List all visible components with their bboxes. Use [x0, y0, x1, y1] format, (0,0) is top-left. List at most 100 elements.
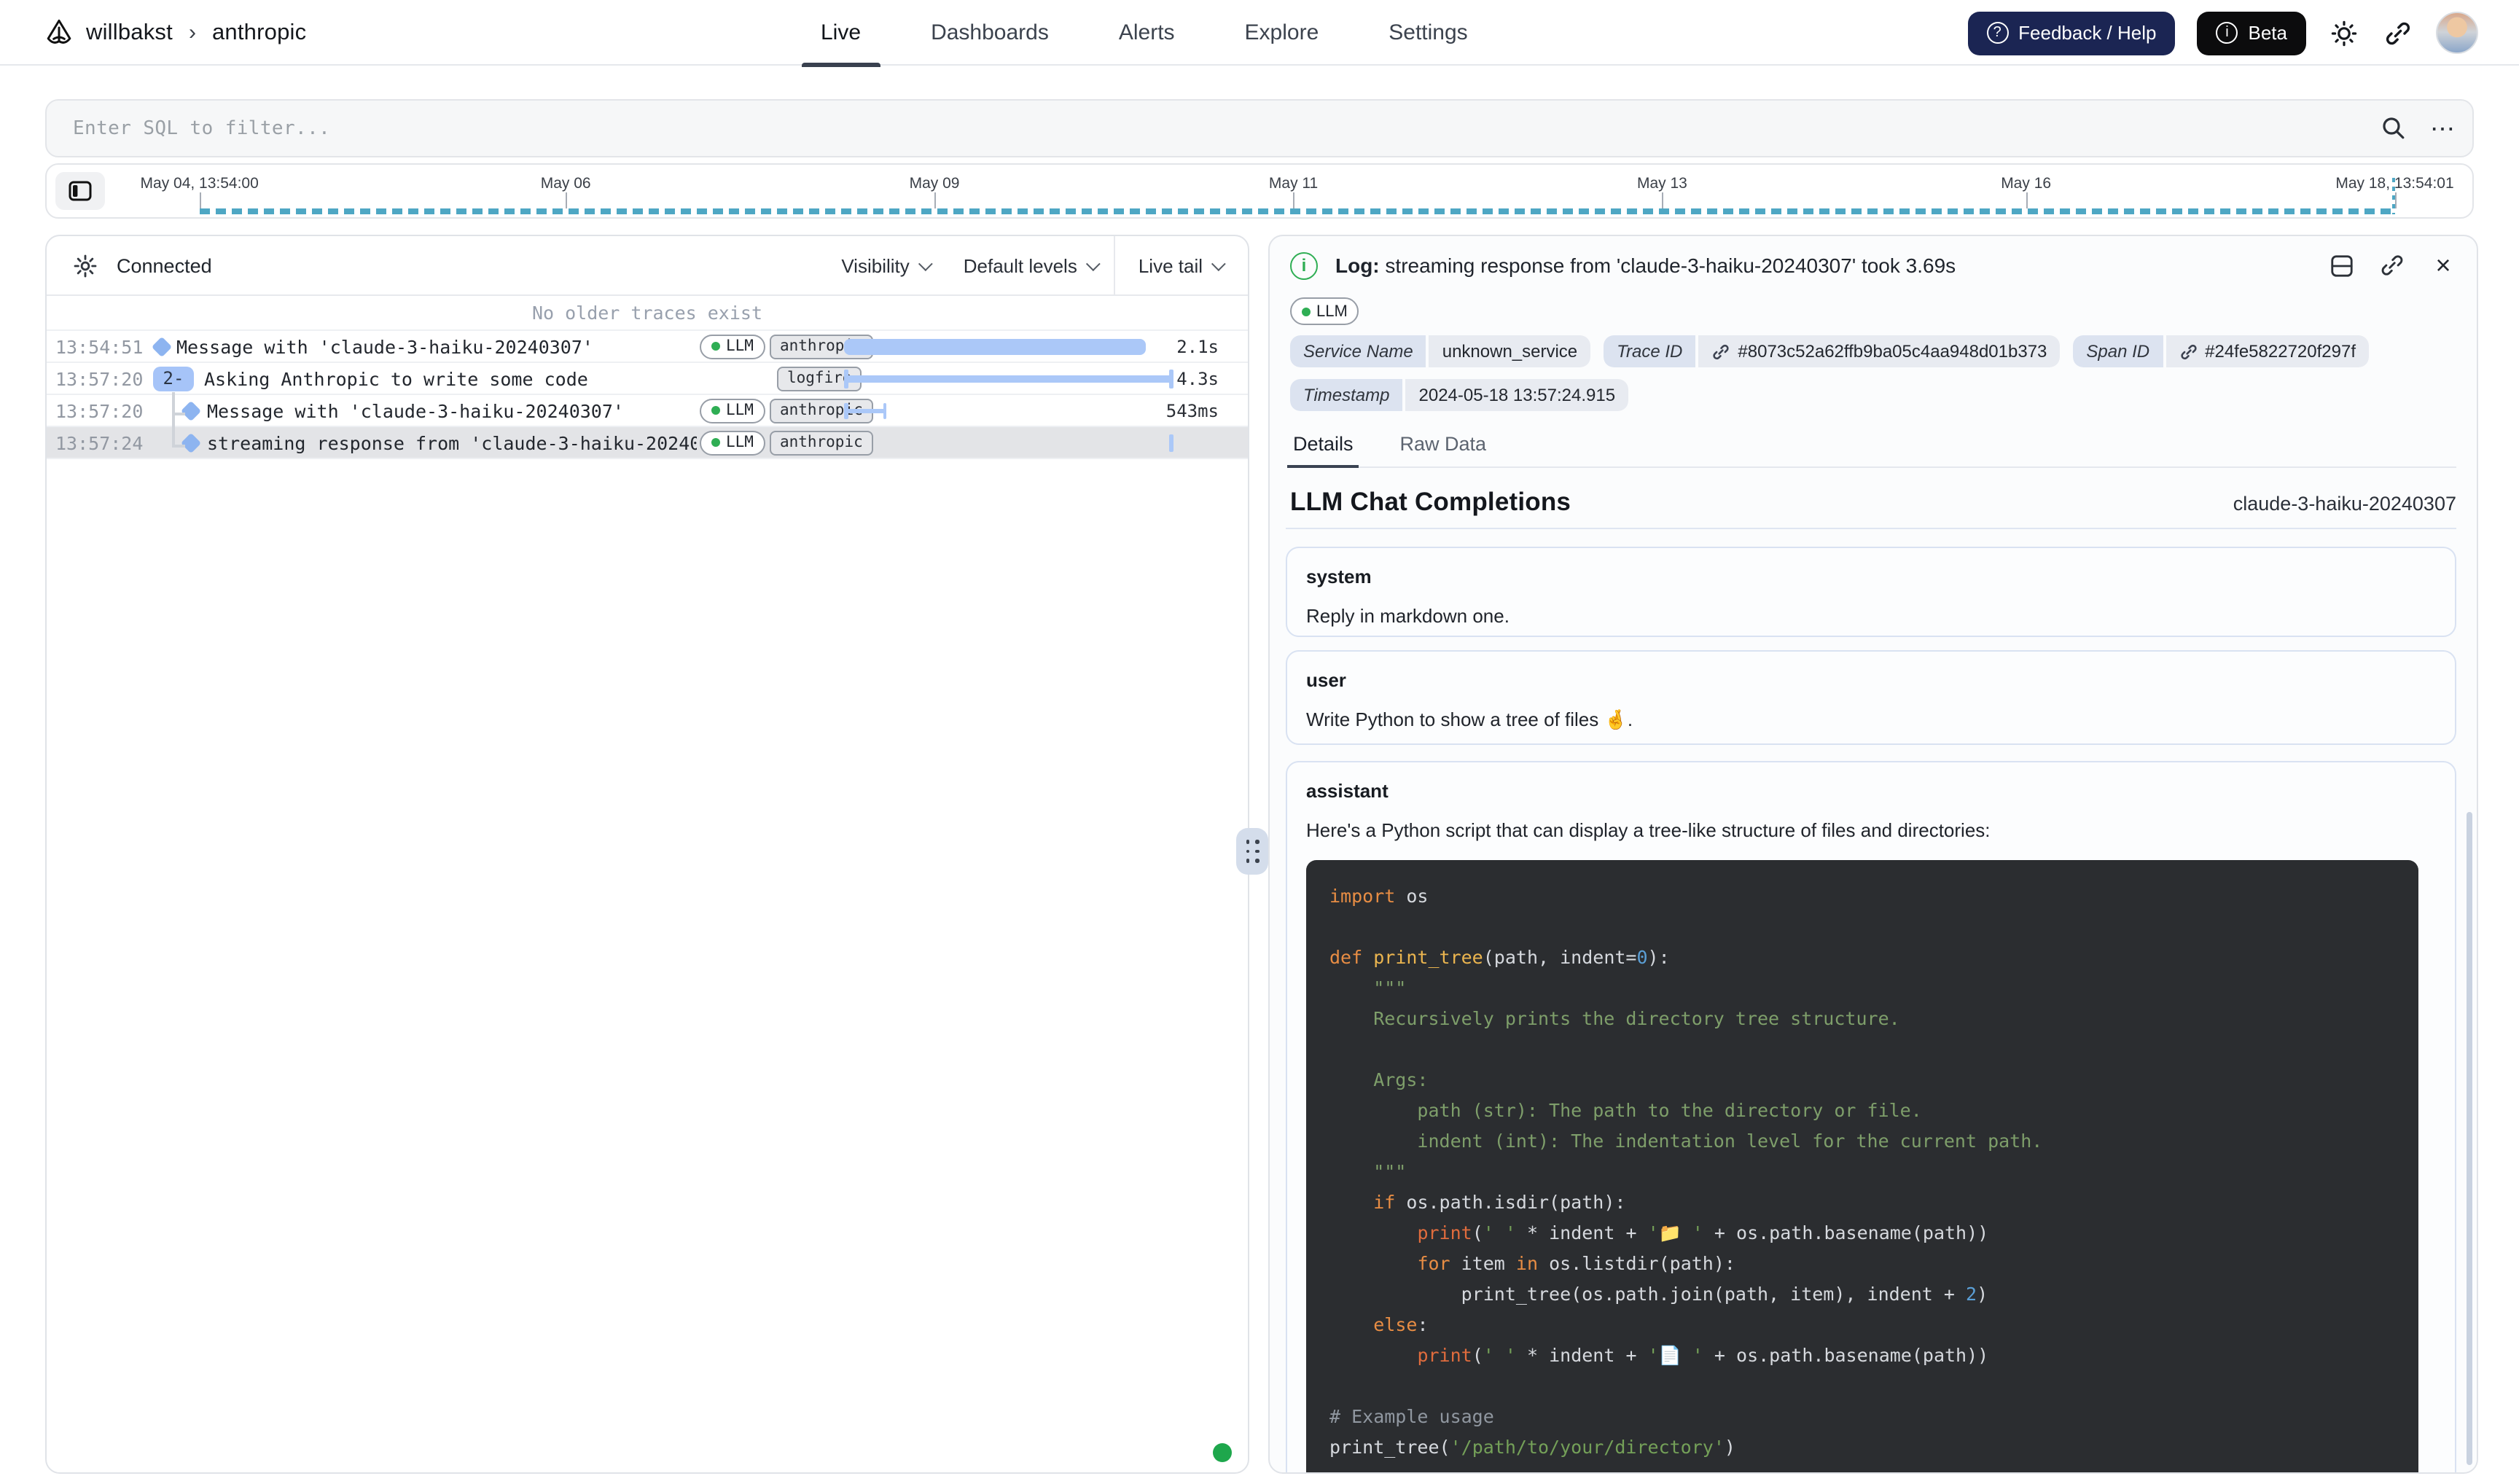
- green-dot-icon: [711, 406, 720, 415]
- live-tail-indicator: [1213, 1443, 1232, 1462]
- message-role: user: [1306, 669, 2436, 691]
- log-detail-panel: i Log: streaming response from 'claude-3…: [1268, 235, 2478, 1474]
- feedback-help-button[interactable]: ? Feedback / Help: [1967, 11, 2175, 55]
- breadcrumb: willbakst › anthropic: [44, 0, 306, 66]
- trace-id-chip[interactable]: Trace ID #8073c52a62ffb9ba05c4aa948d01b3…: [1604, 335, 2060, 367]
- sql-filter-bar[interactable]: Enter SQL to filter... ⋯: [45, 99, 2474, 157]
- message-role: assistant: [1306, 780, 2436, 802]
- message-card-user: user Write Python to show a tree of file…: [1286, 650, 2456, 745]
- beta-button[interactable]: i Beta: [2198, 11, 2307, 55]
- tag-badge: anthropic: [770, 430, 873, 455]
- timeline-label: May 04, 13:54:00: [141, 175, 259, 192]
- trace-row[interactable]: 13:54:51 Message with 'claude-3-haiku-20…: [47, 331, 1248, 363]
- duration-bar[interactable]: [844, 338, 1146, 354]
- trace-row[interactable]: 13:57:20 2- Asking Anthropic to write so…: [47, 363, 1248, 395]
- span-diamond-icon: [181, 432, 201, 453]
- collapse-panel-icon[interactable]: [55, 172, 105, 210]
- tab-dashboards[interactable]: Dashboards: [912, 0, 1068, 66]
- green-dot-icon: [711, 438, 720, 447]
- app-window: willbakst › anthropic Live Dashboards Al…: [0, 0, 2519, 1484]
- trace-label: Message with 'claude-3-haiku-20240307': [207, 399, 624, 421]
- duration-span-bar[interactable]: [844, 402, 886, 419]
- llm-badge: LLM: [700, 334, 765, 359]
- tree-connector: [172, 413, 185, 415]
- breadcrumb-project[interactable]: anthropic: [212, 20, 306, 46]
- service-name-chip: Service Name unknown_service: [1290, 335, 1590, 367]
- timeline-label: May 13: [1637, 175, 1687, 192]
- timeline-tick: [566, 192, 567, 208]
- copy-link-icon[interactable]: [2376, 249, 2408, 281]
- message-card-assistant: assistant Here's a Python script that ca…: [1286, 761, 2456, 1474]
- live-tail-dropdown[interactable]: Live tail: [1114, 236, 1248, 294]
- timeline-label: May 09: [910, 175, 960, 192]
- gear-icon[interactable]: [69, 249, 101, 281]
- no-older-traces-notice: No older traces exist: [47, 296, 1248, 331]
- detail-tabs: Details Raw Data: [1290, 430, 2456, 468]
- more-options-icon[interactable]: ⋯: [2430, 116, 2455, 141]
- sql-filter-placeholder: Enter SQL to filter...: [73, 117, 330, 139]
- breadcrumb-separator: ›: [189, 20, 196, 45]
- visibility-dropdown[interactable]: Visibility: [824, 236, 945, 294]
- tree-connector: [172, 445, 185, 447]
- chevron-down-icon: [918, 256, 933, 270]
- user-avatar[interactable]: [2436, 12, 2478, 54]
- trace-duration: 543ms: [1166, 400, 1219, 421]
- trace-time: 13:54:51: [55, 335, 143, 357]
- timeline-label: May 06: [541, 175, 591, 192]
- trace-row[interactable]: 13:57:20 Message with 'claude-3-haiku-20…: [47, 395, 1248, 427]
- theme-toggle-icon[interactable]: [2328, 17, 2360, 49]
- section-title: LLM Chat Completions: [1290, 487, 1571, 518]
- tab-details[interactable]: Details: [1290, 430, 1356, 466]
- default-levels-dropdown[interactable]: Default levels: [946, 236, 1114, 294]
- trace-duration: 2.1s: [1176, 336, 1219, 356]
- traces-panel: Connected Visibility Default levels Live…: [45, 235, 1249, 1474]
- time-range-bar[interactable]: May 04, 13:54:00 May 06 May 09 May 11 Ma…: [45, 163, 2474, 219]
- info-circle-icon: i: [2217, 22, 2238, 44]
- tab-live[interactable]: Live: [802, 0, 880, 66]
- tab-settings[interactable]: Settings: [1370, 0, 1486, 66]
- tab-raw-data[interactable]: Raw Data: [1397, 430, 1490, 466]
- timeline-now-marker[interactable]: [2392, 178, 2395, 214]
- timeline-tick: [1294, 192, 1295, 208]
- timeline-range-line: [200, 208, 2395, 214]
- trace-label: streaming response from 'claude-3-haiku-…: [207, 431, 697, 453]
- trace-label: Asking Anthropic to write some code: [204, 367, 588, 389]
- duration-span-bar[interactable]: [844, 368, 1173, 388]
- close-icon[interactable]: ×: [2427, 249, 2459, 281]
- panel-layout-icon[interactable]: [2325, 249, 2357, 281]
- breadcrumb-org[interactable]: willbakst: [86, 20, 173, 46]
- timeline-tick: [2026, 192, 2028, 208]
- timestamp-chip: Timestamp 2024-05-18 13:57:24.915: [1290, 379, 1628, 411]
- share-link-icon[interactable]: [2382, 17, 2414, 49]
- logfire-logo-icon[interactable]: [44, 17, 74, 48]
- connection-status: Connected: [117, 254, 212, 276]
- message-card-system: system Reply in markdown one.: [1286, 547, 2456, 637]
- green-dot-icon: [1302, 307, 1311, 316]
- span-id-chip[interactable]: Span ID #24fe5822720f297f: [2073, 335, 2369, 367]
- timeline-label: May 11: [1269, 175, 1318, 192]
- message-content: Here's a Python script that can display …: [1306, 819, 2436, 841]
- timeline-tick: [200, 192, 201, 208]
- tab-explore[interactable]: Explore: [1226, 0, 1338, 66]
- chevron-down-icon: [1211, 256, 1226, 270]
- message-role: system: [1306, 566, 2436, 587]
- model-name: claude-3-haiku-20240307: [2233, 493, 2456, 515]
- panel-resize-handle[interactable]: [1236, 828, 1268, 875]
- search-icon[interactable]: [2378, 112, 2410, 144]
- top-actions: ? Feedback / Help i Beta: [1967, 0, 2478, 66]
- span-diamond-icon: [181, 400, 201, 421]
- info-icon: i: [1290, 251, 1318, 279]
- timestamp-row: Timestamp 2024-05-18 13:57:24.915: [1290, 379, 1628, 411]
- trace-time: 13:57:20: [55, 367, 143, 389]
- log-title: Log: streaming response from 'claude-3-h…: [1335, 254, 2308, 277]
- tab-alerts[interactable]: Alerts: [1100, 0, 1194, 66]
- timeline-tick: [1662, 192, 1663, 208]
- llm-badge: LLM: [700, 398, 765, 423]
- collapse-count-badge[interactable]: 2-: [153, 366, 194, 391]
- trace-row-selected[interactable]: 13:57:24 streaming response from 'claude…: [47, 427, 1248, 459]
- green-dot-icon: [711, 342, 720, 351]
- scrollbar-thumb[interactable]: [2467, 812, 2472, 1465]
- python-code-block[interactable]: import os def print_tree(path, indent=0)…: [1306, 860, 2418, 1474]
- duration-tick: [1169, 434, 1173, 451]
- question-circle-icon: ?: [1986, 22, 2008, 44]
